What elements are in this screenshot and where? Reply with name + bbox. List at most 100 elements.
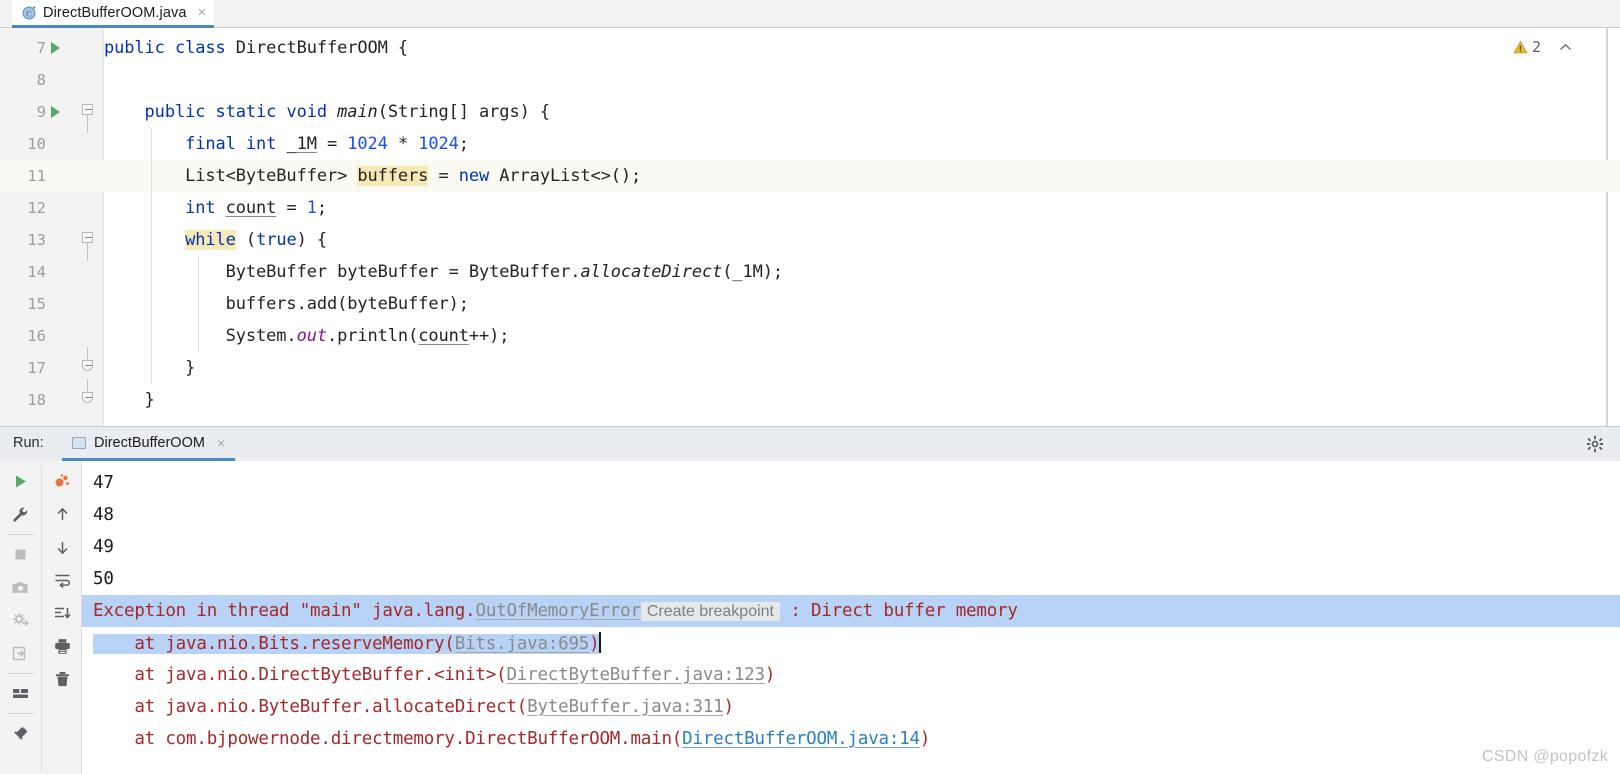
settings-gear-icon[interactable] — [1586, 435, 1604, 453]
console-line[interactable]: at java.nio.DirectByteBuffer.<init>(Dire… — [82, 659, 1620, 691]
inspection-warning-count: 2 — [1531, 38, 1541, 56]
run-tool-window-header: Run: DirectBufferOOM × — [0, 427, 1620, 461]
run-configuration-tab[interactable]: DirectBufferOOM × — [62, 427, 236, 461]
text-caret — [599, 632, 601, 653]
layout-settings-button[interactable] — [0, 677, 41, 710]
code-text: public static void main(String[] args) { — [144, 102, 551, 122]
console-text-segment: "main" java.lang. — [299, 601, 476, 621]
code-text: List<ByteBuffer> buffers = new ArrayList… — [104, 166, 642, 186]
profiler-icon[interactable] — [42, 465, 83, 498]
code-text: } — [104, 390, 155, 410]
console-text-segment: 48 — [93, 505, 114, 525]
editor-tab-directbufferoom[interactable]: C DirectBufferOOM.java × — [12, 0, 215, 28]
code-line[interactable]: 14 ByteBuffer byteBuffer = ByteBuffer.al… — [0, 256, 1620, 288]
rerun-button[interactable] — [0, 465, 41, 498]
edit-configuration-button[interactable] — [0, 498, 41, 531]
code-fold-marker[interactable] — [80, 101, 94, 133]
console-line[interactable]: at java.nio.ByteBuffer.allocateDirect(By… — [82, 691, 1620, 723]
run-toolbar — [0, 461, 82, 774]
console-line-text: at java.nio.ByteBuffer.allocateDirect(By… — [93, 697, 734, 717]
code-fold-marker[interactable] — [80, 347, 94, 379]
line-number: 10 — [27, 135, 46, 153]
soft-wrap-icon[interactable] — [42, 564, 83, 597]
stacktrace-link[interactable]: DirectBufferOOM.java:14 — [682, 729, 920, 749]
print-icon[interactable] — [42, 630, 83, 663]
editor-tab-bar: C DirectBufferOOM.java × — [0, 0, 1620, 28]
console-line[interactable]: Exception in thread "main" java.lang.Out… — [82, 595, 1620, 627]
scroll-to-end-icon[interactable] — [42, 597, 83, 630]
stacktrace-link[interactable]: OutOfMemoryError — [475, 601, 641, 621]
code-line[interactable]: 16 System.out.println(count++); — [0, 320, 1620, 352]
console-line[interactable]: 47 — [82, 467, 1620, 499]
java-class-icon: C — [22, 5, 37, 20]
line-number: 17 — [27, 359, 46, 377]
console-line[interactable]: 50 — [82, 563, 1620, 595]
intellij-idea-window: C DirectBufferOOM.java × 7 public class D… — [0, 0, 1620, 774]
line-number: 14 — [27, 263, 46, 281]
create-breakpoint-hint[interactable]: Create breakpoint — [640, 602, 780, 621]
toolbar-separator — [7, 713, 34, 714]
console-line[interactable]: 49 — [82, 531, 1620, 563]
code-line[interactable]: 10 final int _1M = 1024 * 1024; — [0, 128, 1620, 160]
console-line[interactable]: at com.bjpowernode.directmemory.DirectBu… — [82, 723, 1620, 755]
warning-triangle-icon — [1513, 40, 1528, 55]
stacktrace-link[interactable]: Bits.java:695 — [454, 634, 589, 654]
code-line[interactable]: 9 public static void main(String[] args)… — [0, 96, 1620, 133]
exit-button[interactable] — [0, 637, 41, 670]
camera-snapshot-button[interactable] — [0, 571, 41, 604]
run-gutter-icon[interactable] — [50, 105, 64, 119]
pin-tab-button[interactable] — [0, 717, 41, 750]
code-editor[interactable]: 7 public class DirectBufferOOM {8 9 public… — [0, 28, 1620, 426]
stacktrace-link[interactable]: DirectByteBuffer.java:123 — [506, 665, 765, 685]
run-gutter-icon[interactable] — [50, 41, 64, 55]
console-text-segment: ) — [589, 634, 600, 654]
run-toolbar-left-column — [0, 465, 41, 750]
line-number: 15 — [27, 295, 46, 313]
code-text: int count = 1; — [185, 198, 328, 218]
trash-icon[interactable] — [42, 663, 83, 696]
down-arrow-icon[interactable] — [42, 531, 83, 564]
code-line[interactable]: 7 public class DirectBufferOOM { — [0, 32, 1620, 64]
stop-button[interactable] — [0, 538, 41, 571]
up-arrow-icon[interactable] — [42, 498, 83, 531]
console-text-segment: at java.nio.DirectByteBuffer.<init>( — [93, 665, 507, 685]
console-line-text: 48 — [93, 505, 114, 525]
inspection-status-widget[interactable]: 2 — [1513, 38, 1572, 56]
line-number: 13 — [27, 231, 46, 249]
code-line[interactable]: 15 buffers.add(byteBuffer); — [0, 288, 1620, 320]
line-number: 12 — [27, 199, 46, 217]
code-fold-marker[interactable] — [80, 229, 94, 261]
run-label: Run: — [13, 435, 44, 451]
run-toolbar-right-column — [41, 465, 82, 771]
console-line[interactable]: at java.nio.Bits.reserveMemory(Bits.java… — [82, 627, 1620, 659]
dump-threads-button[interactable] — [0, 604, 41, 637]
chevron-up-icon[interactable] — [1559, 40, 1572, 55]
code-text: } — [104, 358, 196, 378]
close-icon[interactable]: × — [198, 5, 207, 20]
close-icon[interactable]: × — [217, 435, 225, 451]
console-line-text: at com.bjpowernode.directmemory.DirectBu… — [93, 729, 930, 749]
code-line[interactable]: 13 while (true) { — [0, 224, 1620, 261]
code-text: final int _1M = 1024 * 1024; — [185, 134, 469, 154]
console-output[interactable]: 47 48 49 50 Exception in thread "main" java.… — [82, 461, 1620, 774]
code-text: System.out.println(count++); — [104, 326, 510, 346]
svg-text:C: C — [26, 10, 31, 19]
console-line[interactable]: 48 — [82, 499, 1620, 531]
code-text: ByteBuffer byteBuffer = ByteBuffer.alloc… — [104, 262, 784, 282]
code-line[interactable]: 11 List<ByteBuffer> buffers = new ArrayL… — [0, 160, 1620, 192]
console-text-segment: at com.bjpowernode.directmemory.DirectBu… — [93, 729, 683, 749]
code-line[interactable]: 8 — [0, 64, 1620, 96]
console-icon — [72, 436, 86, 449]
stacktrace-link[interactable]: ByteBuffer.java:311 — [527, 697, 724, 717]
code-text: public class DirectBufferOOM { — [104, 38, 409, 58]
console-text-segment: 49 — [93, 537, 114, 557]
line-number: 9 — [36, 103, 46, 121]
console-line-text: at java.nio.DirectByteBuffer.<init>(Dire… — [93, 665, 775, 685]
line-number: 7 — [36, 39, 46, 57]
code-line[interactable]: 12 int count = 1; — [0, 192, 1620, 224]
code-line[interactable]: 17 } — [0, 347, 1620, 384]
console-line-text: 49 — [93, 537, 114, 557]
code-line[interactable]: 18 } — [0, 379, 1620, 416]
code-fold-marker[interactable] — [80, 379, 94, 411]
code-text: while (true) { — [185, 230, 328, 250]
